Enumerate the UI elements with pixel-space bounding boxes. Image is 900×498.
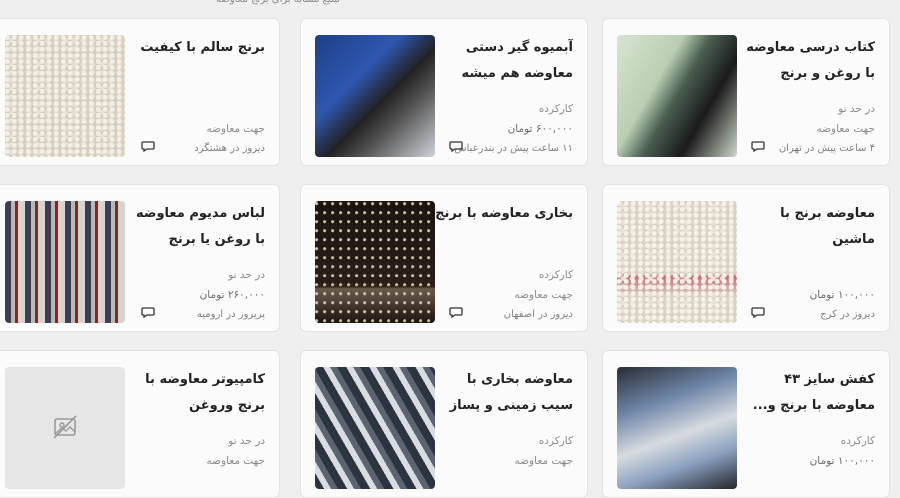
- ad-condition: در حد نو: [228, 435, 265, 447]
- heater-photo-icon: [315, 201, 435, 323]
- top-caption: تبلیغ مشابه برای برنج معاوضه: [140, 0, 340, 8]
- ad-condition: در حد نو: [838, 103, 875, 115]
- chat-bubble-icon[interactable]: [141, 305, 155, 319]
- ad-type: جهت معاوضه: [206, 455, 265, 467]
- ad-condition: کارکرده: [538, 103, 573, 115]
- ad-title[interactable]: لباس مدیوم معاوضه با روغن یا برنج: [125, 201, 265, 253]
- ad-condition: کارکرده: [538, 269, 573, 281]
- ad-title[interactable]: کفش سایز ۴۳ معاوضه با برنج و...: [735, 367, 875, 419]
- ad-info: کامپیوتر معاوضه با برنج وروغن در حد نو ج…: [125, 367, 265, 491]
- ad-card[interactable]: آبمیوه گیر دستی معاوضه هم میشه با... کار…: [300, 18, 588, 166]
- ad-title[interactable]: کتاب درسی معاوضه با روغن و برنج: [735, 35, 875, 87]
- ad-condition: کارکرده: [840, 435, 875, 447]
- ad-condition: کارکرده: [538, 435, 573, 447]
- ad-type: جهت معاوضه: [514, 455, 573, 467]
- ad-title[interactable]: معاوضه بخاری با سیب زمینی و پساز ...: [433, 367, 573, 419]
- ad-price: ۲۶۰,۰۰۰ تومان: [199, 289, 265, 301]
- juicer-photo-icon: [315, 35, 435, 157]
- ad-price: ۶۰۰,۰۰۰ تومان: [507, 123, 573, 135]
- ad-info: معاوضه بخاری با سیب زمینی و پساز ... کار…: [433, 367, 573, 491]
- ad-title[interactable]: کامپیوتر معاوضه با برنج وروغن: [125, 367, 265, 419]
- rice-photo-icon: [5, 35, 125, 157]
- ad-card[interactable]: کتاب درسی معاوضه با روغن و برنج در حد نو…: [602, 18, 890, 166]
- ad-info: کفش سایز ۴۳ معاوضه با برنج و... کارکرده …: [735, 367, 875, 491]
- ad-price: ۱۰۰,۰۰۰ تومان: [809, 289, 875, 301]
- ad-title[interactable]: برنج سالم با کیفیت: [125, 35, 265, 61]
- ad-title[interactable]: آبمیوه گیر دستی معاوضه هم میشه با...: [433, 35, 573, 87]
- chat-bubble-icon[interactable]: [751, 139, 765, 153]
- ad-card[interactable]: معاوضه بخاری با سیب زمینی و پساز ... کار…: [300, 350, 588, 498]
- ad-card[interactable]: کامپیوتر معاوضه با برنج وروغن در حد نو ج…: [0, 350, 280, 498]
- chat-bubble-icon[interactable]: [449, 139, 463, 153]
- ad-condition: در حد نو: [228, 269, 265, 281]
- ad-card[interactable]: معاوضه برنج با ماشین ۱۰۰,۰۰۰ تومان دیروز…: [602, 184, 890, 332]
- chat-bubble-icon[interactable]: [449, 305, 463, 319]
- ad-title[interactable]: معاوضه برنج با ماشین: [735, 201, 875, 253]
- chat-bubble-icon[interactable]: [141, 139, 155, 153]
- chat-bubble-icon[interactable]: [751, 305, 765, 319]
- no-image-icon: [53, 415, 77, 439]
- ad-type: جهت معاوضه: [514, 289, 573, 301]
- ad-card[interactable]: لباس مدیوم معاوضه با روغن یا برنج در حد …: [0, 184, 280, 332]
- ad-card[interactable]: برنج سالم با کیفیت جهت معاوضه دیروز در ه…: [0, 18, 280, 166]
- ad-type: جهت معاوضه: [206, 123, 265, 135]
- shirt-photo-icon: [5, 201, 125, 323]
- ad-card[interactable]: بخاری معاوضه با برنج کارکرده جهت معاوضه …: [300, 184, 588, 332]
- rice-photo-icon: [617, 201, 737, 323]
- ad-price: ۱۰۰,۰۰۰ تومان: [809, 455, 875, 467]
- book-photo-icon: [617, 35, 737, 157]
- ad-type: جهت معاوضه: [816, 123, 875, 135]
- ad-card[interactable]: کفش سایز ۴۳ معاوضه با برنج و... کارکرده …: [602, 350, 890, 498]
- ad-title[interactable]: بخاری معاوضه با برنج: [433, 201, 573, 227]
